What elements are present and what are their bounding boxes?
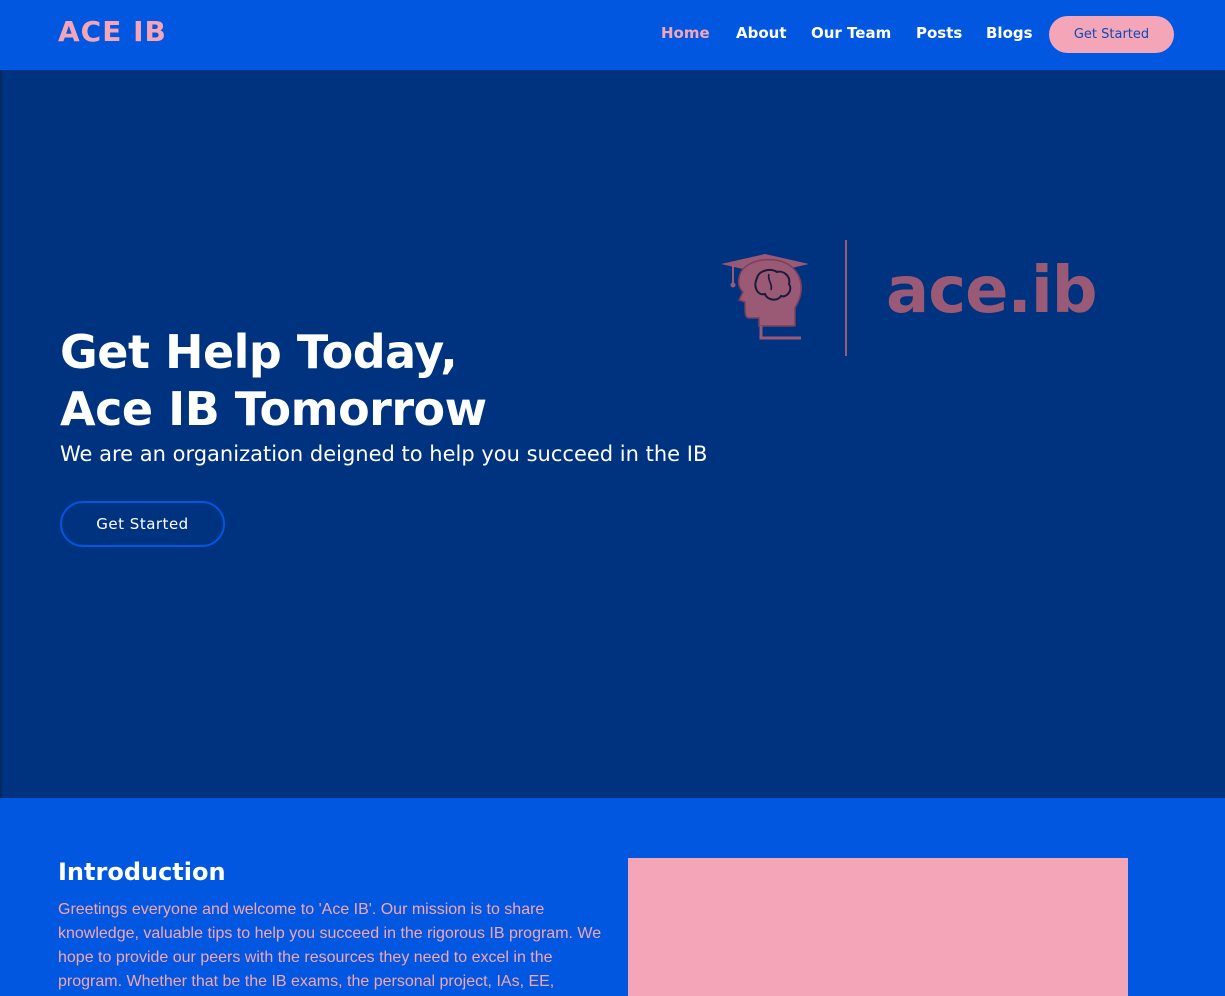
nav-home[interactable]: Home — [661, 24, 710, 42]
ace-ib-logo: ace.ib — [719, 238, 1149, 358]
hero-title: Get Help Today, Ace IB Tomorrow — [60, 324, 700, 438]
intro-image-placeholder — [628, 858, 1128, 996]
nav-our-team[interactable]: Our Team — [811, 24, 891, 42]
main-nav: Home About Our Team Posts Blogs — [0, 24, 1225, 46]
nav-about[interactable]: About — [736, 24, 787, 42]
intro-text: Greetings everyone and welcome to 'Ace I… — [58, 901, 602, 990]
hero-title-line-2: Ace IB Tomorrow — [60, 382, 487, 436]
hero-title-line-1: Get Help Today, — [60, 325, 458, 379]
hero-section: Get Help Today, Ace IB Tomorrow We are a… — [0, 70, 1225, 798]
intro-section: Introduction Greetings everyone and welc… — [0, 798, 1225, 996]
header-get-started-button[interactable]: Get Started — [1049, 16, 1174, 53]
intro-title: Introduction — [58, 858, 226, 886]
nav-blogs[interactable]: Blogs — [986, 24, 1033, 42]
hero-get-started-button[interactable]: Get Started — [60, 501, 225, 547]
site-header: ACE IB Home About Our Team Posts Blogs G… — [0, 0, 1225, 70]
nav-posts[interactable]: Posts — [916, 24, 962, 42]
hero-subtitle: We are an organization deigned to help y… — [60, 442, 708, 466]
logo-wordmark: ace.ib — [886, 254, 1098, 328]
